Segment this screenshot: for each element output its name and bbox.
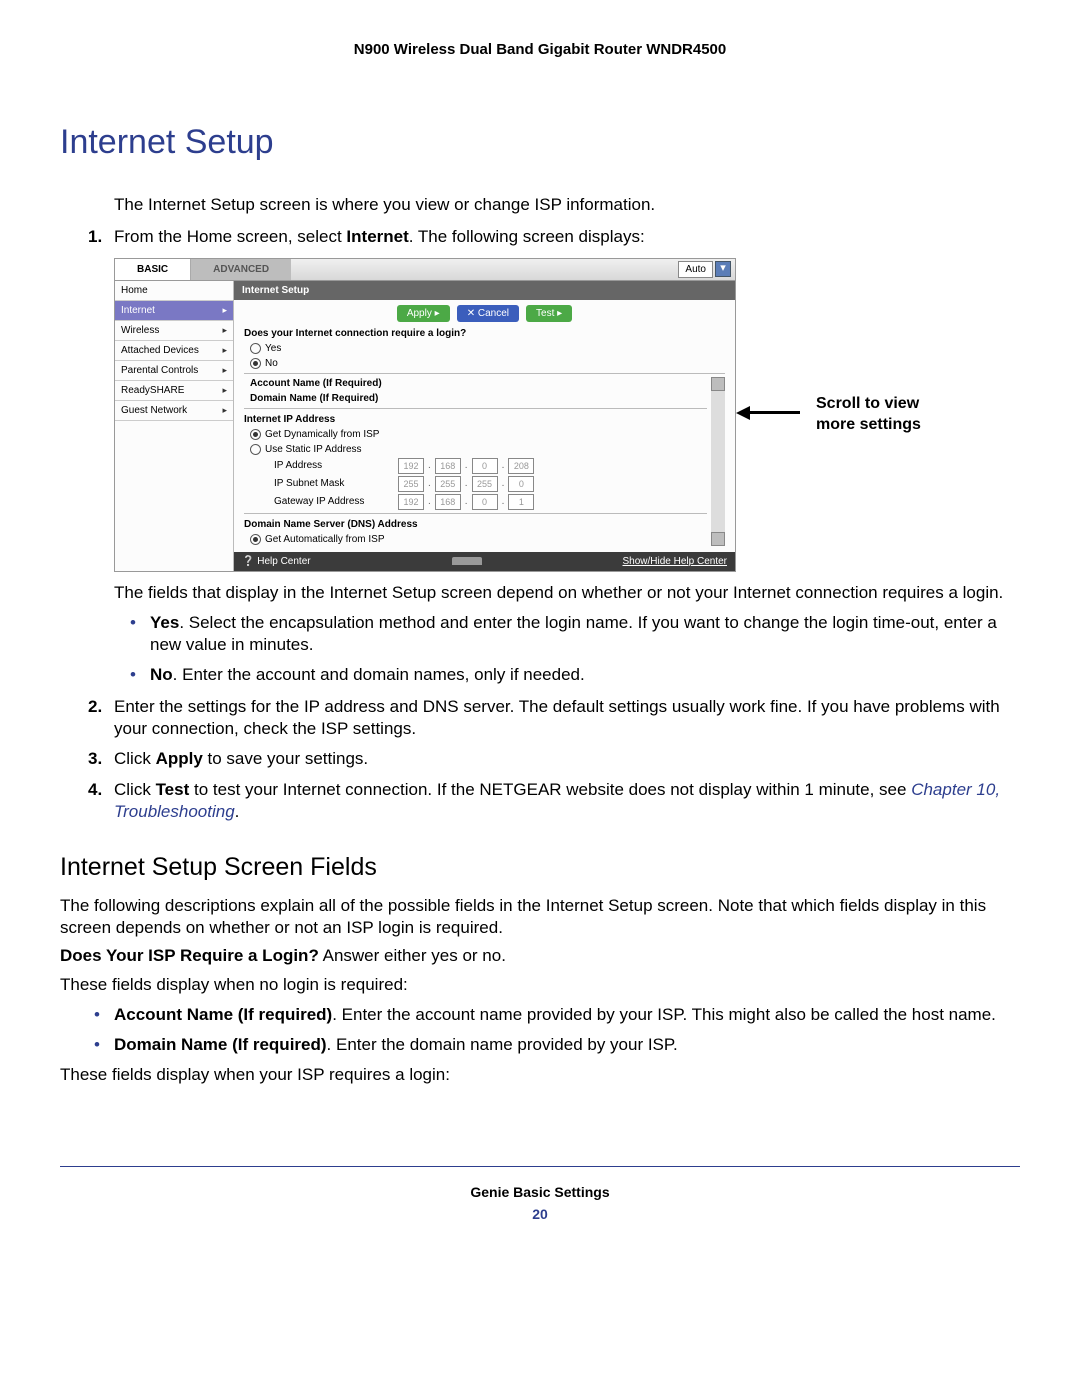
footer-page-number: 20 — [60, 1205, 1020, 1223]
login-question: Does your Internet connection require a … — [244, 327, 725, 340]
sidebar-item-internet[interactable]: Internet▸ — [115, 301, 233, 321]
step-3: 3.Click Apply to save your settings. — [114, 748, 1020, 770]
section-intro: The following descriptions explain all o… — [60, 895, 1020, 939]
bullet-domain-name: Domain Name (If required). Enter the dom… — [114, 1034, 1020, 1056]
intro-paragraph: The Internet Setup screen is where you v… — [114, 194, 1020, 216]
radio-icon — [250, 429, 261, 440]
help-toggle-link[interactable]: Show/Hide Help Center — [623, 555, 728, 568]
radio-dynamic[interactable]: Get Dynamically from ISP — [250, 428, 707, 441]
ip-octet-input[interactable]: 168 — [435, 458, 461, 474]
radio-no[interactable]: No — [250, 357, 725, 370]
apply-button[interactable]: Apply ▸ — [397, 305, 450, 322]
page-footer: Genie Basic Settings 20 — [60, 1166, 1020, 1223]
ip-octet-input[interactable]: 168 — [435, 494, 461, 510]
ip-address-row: IP Address 192. 168. 0. 208 — [274, 458, 707, 474]
sidebar-item-attached[interactable]: Attached Devices▸ — [115, 341, 233, 361]
ip-octet-input[interactable]: 192 — [398, 458, 424, 474]
no-login-intro: These fields display when no login is re… — [60, 974, 1020, 996]
scroll-down-icon[interactable] — [711, 532, 725, 546]
sidebar-item-wireless[interactable]: Wireless▸ — [115, 321, 233, 341]
chevron-right-icon: ▸ — [222, 405, 227, 417]
panel-title: Internet Setup — [234, 281, 735, 300]
router-screenshot: BASIC ADVANCED Auto ▾ Home Internet▸ Wir… — [114, 258, 736, 572]
radio-icon — [250, 358, 261, 369]
drawer-handle-icon[interactable] — [452, 557, 482, 565]
radio-icon — [250, 343, 261, 354]
chevron-right-icon: ▸ — [222, 345, 227, 357]
ip-octet-input[interactable]: 255 — [472, 476, 498, 492]
ip-octet-input[interactable]: 0 — [472, 458, 498, 474]
domain-name-label: Domain Name (If Required) — [250, 392, 707, 405]
radio-icon — [250, 444, 261, 455]
chevron-right-icon: ▸ — [222, 365, 227, 377]
scroll-up-icon[interactable] — [711, 377, 725, 391]
ip-octet-input[interactable]: 255 — [435, 476, 461, 492]
product-header: N900 Wireless Dual Band Gigabit Router W… — [60, 40, 1020, 60]
help-center-button[interactable]: ❔ Help Center — [242, 555, 311, 568]
account-name-label: Account Name (If Required) — [250, 377, 707, 390]
sidebar-item-readyshare[interactable]: ReadySHARE▸ — [115, 381, 233, 401]
ip-octet-input[interactable]: 0 — [472, 494, 498, 510]
footer-label: Genie Basic Settings — [60, 1183, 1020, 1201]
bullet-account-name: Account Name (If required). Enter the ac… — [114, 1004, 1020, 1026]
scroll-annotation: Scroll to view more settings — [736, 394, 936, 436]
radio-icon — [250, 534, 261, 545]
step-2: 2.Enter the settings for the IP address … — [114, 696, 1020, 740]
chevron-right-icon: ▸ — [222, 385, 227, 397]
sidebar-item-home[interactable]: Home — [115, 281, 233, 301]
test-button[interactable]: Test ▸ — [526, 305, 572, 322]
cancel-button[interactable]: ✕ Cancel — [457, 305, 519, 322]
tab-advanced[interactable]: ADVANCED — [191, 259, 291, 280]
ip-octet-input[interactable]: 1 — [508, 494, 534, 510]
ip-heading: Internet IP Address — [244, 413, 707, 426]
settings-panel: Internet Setup Apply ▸ ✕ Cancel Test ▸ D… — [234, 281, 735, 571]
tab-basic[interactable]: BASIC — [115, 259, 191, 280]
isp-question: Does Your ISP Require a Login? Answer ei… — [60, 945, 1020, 967]
step-4: 4.Click Test to test your Internet conne… — [114, 779, 1020, 823]
top-tabs: BASIC ADVANCED Auto ▾ — [115, 259, 735, 281]
chevron-right-icon: ▸ — [222, 305, 227, 317]
dns-heading: Domain Name Server (DNS) Address — [244, 518, 707, 531]
radio-yes[interactable]: Yes — [250, 342, 725, 355]
radio-dns-auto[interactable]: Get Automatically from ISP — [250, 533, 707, 546]
radio-static[interactable]: Use Static IP Address — [250, 443, 707, 456]
bullet-no: No. Enter the account and domain names, … — [150, 664, 1020, 686]
bullet-yes: Yes. Select the encapsulation method and… — [150, 612, 1020, 656]
ip-octet-input[interactable]: 208 — [508, 458, 534, 474]
sidebar: Home Internet▸ Wireless▸ Attached Device… — [115, 281, 234, 571]
sidebar-item-guest[interactable]: Guest Network▸ — [115, 401, 233, 421]
chevron-right-icon: ▸ — [222, 325, 227, 337]
ip-octet-input[interactable]: 192 — [398, 494, 424, 510]
post-shot-paragraph: The fields that display in the Internet … — [114, 582, 1020, 604]
language-select[interactable]: Auto ▾ — [678, 261, 731, 278]
section-title: Internet Setup Screen Fields — [60, 851, 1020, 884]
chevron-down-icon: ▾ — [715, 261, 731, 277]
gateway-row: Gateway IP Address 192. 168. 0. 1 — [274, 494, 707, 510]
page-title: Internet Setup — [60, 120, 1020, 164]
login-intro: These fields display when your ISP requi… — [60, 1064, 1020, 1086]
arrow-left-icon — [736, 406, 750, 420]
ip-octet-input[interactable]: 0 — [508, 476, 534, 492]
step-1: 1. From the Home screen, select Internet… — [114, 226, 1020, 248]
subnet-row: IP Subnet Mask 255. 255. 255. 0 — [274, 476, 707, 492]
ip-octet-input[interactable]: 255 — [398, 476, 424, 492]
sidebar-item-parental[interactable]: Parental Controls▸ — [115, 361, 233, 381]
